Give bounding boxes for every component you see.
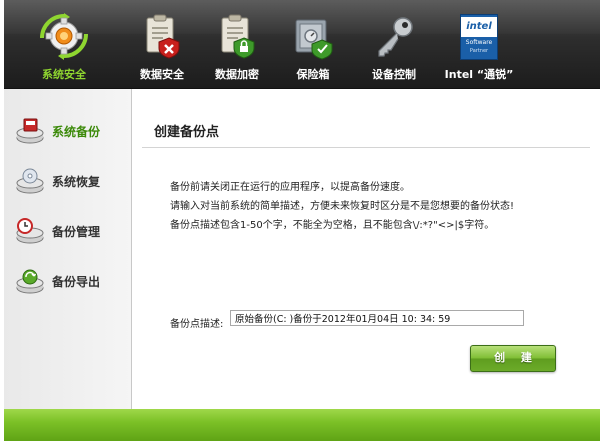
backup-description-input[interactable] <box>230 310 524 326</box>
sidebar-item-label: 系统备份 <box>52 125 101 139</box>
intel-logo-line1: Software <box>465 39 493 46</box>
tab-data-security[interactable]: 数据安全 <box>132 0 192 88</box>
tab-system-security[interactable]: 系统安全 <box>24 0 104 88</box>
disk-backup-icon <box>16 118 44 144</box>
status-bar <box>4 409 600 441</box>
safe-icon <box>295 19 333 60</box>
intel-software-logo-icon: intel Software Partner <box>460 14 498 60</box>
tab-label: 数据安全 <box>140 68 184 81</box>
tab-label: 系统安全 <box>42 68 86 81</box>
key-icon <box>378 17 413 57</box>
divider <box>142 147 590 148</box>
description-label: 备份点描述: <box>170 319 224 330</box>
tab-intel[interactable]: intel Software Partner Intel “通锐” <box>442 0 516 88</box>
document-shield-red-icon <box>146 14 180 59</box>
page-title: 创建备份点 <box>154 125 220 140</box>
sidebar-item-system-backup[interactable]: 系统备份 <box>4 109 131 153</box>
tab-safe-box[interactable]: 保险箱 <box>283 0 343 88</box>
shield-gear-icon <box>40 13 88 60</box>
sidebar-item-label: 备份管理 <box>52 225 101 239</box>
create-button[interactable]: 创 建 <box>470 345 556 372</box>
sidebar-item-system-restore[interactable]: 系统恢复 <box>4 159 131 203</box>
tab-label: Intel “通锐” <box>444 68 514 81</box>
instruction-text: 请输入对当前系统的简单描述，方便未来恢复时区分是不是您想要的备份状态! <box>170 201 515 212</box>
sidebar-item-backup-export[interactable]: 备份导出 <box>4 259 131 303</box>
intel-logo-line2: Partner <box>469 48 489 54</box>
disk-restore-icon <box>16 168 44 194</box>
disk-export-icon <box>16 269 44 294</box>
document-lock-icon <box>221 14 255 59</box>
disk-clock-icon <box>16 218 44 244</box>
sidebar-item-backup-management[interactable]: 备份管理 <box>4 209 131 253</box>
sidebar: 系统备份 系统恢复 备份管理 备份导出 <box>4 89 132 409</box>
tab-data-encryption[interactable]: 数据加密 <box>207 0 267 88</box>
top-toolbar: 系统安全 数据安全 数据加密 保险箱 设备控制 intel Software P… <box>4 0 600 89</box>
sidebar-item-label: 系统恢复 <box>52 175 101 189</box>
instruction-text: 备份点描述包含1-50个字，不能全为空格，且不能包含\/:*?"<>|$字符。 <box>170 220 495 231</box>
sidebar-item-label: 备份导出 <box>52 275 101 289</box>
intel-logo-text: intel <box>466 21 492 32</box>
main-panel: 创建备份点 备份前请关闭正在运行的应用程序，以提高备份速度。 请输入对当前系统的… <box>132 89 600 409</box>
tab-label: 保险箱 <box>296 68 330 81</box>
tab-label: 设备控制 <box>372 68 416 81</box>
tab-label: 数据加密 <box>215 68 259 81</box>
instruction-text: 备份前请关闭正在运行的应用程序，以提高备份速度。 <box>170 182 410 193</box>
tab-device-control[interactable]: 设备控制 <box>362 0 426 88</box>
app-window: 系统安全 数据安全 数据加密 保险箱 设备控制 intel Software P… <box>4 0 600 441</box>
